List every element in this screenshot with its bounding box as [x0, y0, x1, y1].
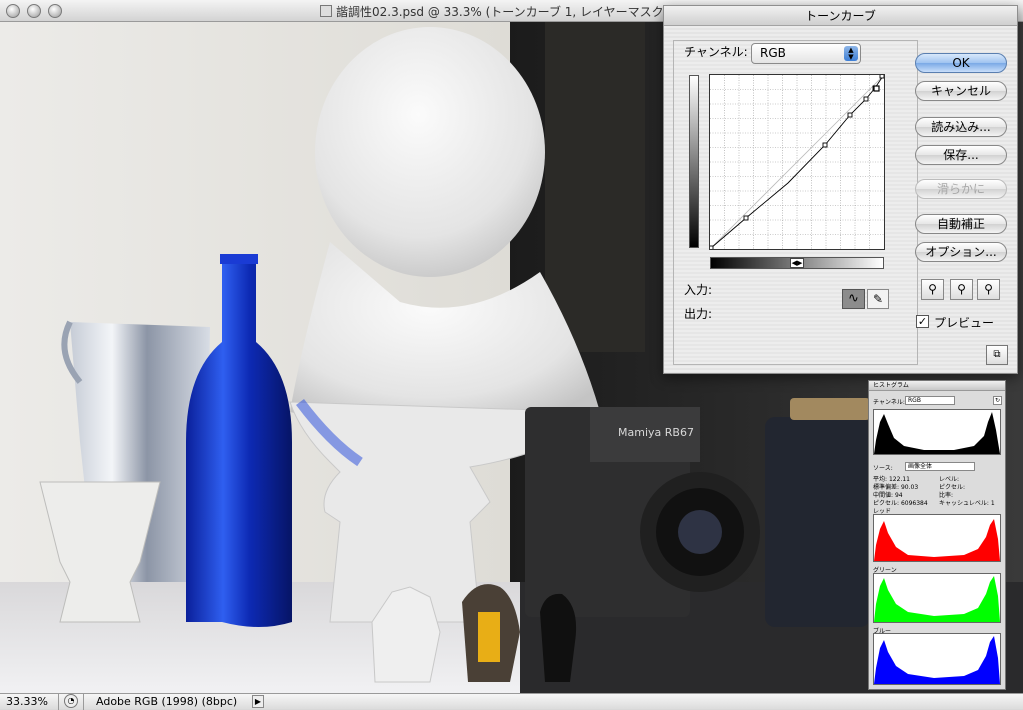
- histogram-rgb-graph: [873, 409, 1001, 455]
- histogram-blue-plot: [874, 636, 1000, 684]
- input-gradient-bar: ◀▶: [710, 257, 884, 269]
- auto-button[interactable]: 自動補正: [915, 214, 1007, 234]
- preview-checkbox[interactable]: ✓: [916, 315, 929, 328]
- histogram-source-label: ソース:: [873, 465, 893, 472]
- smooth-button[interactable]: 滑らかに: [915, 179, 1007, 199]
- select-arrows-icon: ▲ ▼: [844, 46, 858, 61]
- channel-select[interactable]: RGB ▲ ▼: [751, 43, 861, 64]
- pencil-tool-icon[interactable]: ✎: [867, 289, 889, 309]
- gradient-toggle-icon[interactable]: ◀▶: [790, 258, 804, 268]
- channel-label: チャンネル:: [684, 45, 748, 59]
- save-button[interactable]: 保存...: [915, 145, 1007, 165]
- histogram-green-plot: [874, 576, 1000, 622]
- zoom-window-button[interactable]: [48, 4, 62, 18]
- curve-graph[interactable]: [708, 73, 885, 251]
- histogram-rgb-plot: [874, 412, 1000, 454]
- curve-point[interactable]: [847, 112, 853, 118]
- curve-plot[interactable]: [708, 73, 885, 251]
- curve-point[interactable]: [708, 245, 714, 251]
- histogram-palette: ヒストグラム チャンネル: RGB ↻ ソース: 画像全体 平均: 122.11…: [868, 380, 1006, 690]
- histogram-stats-left: 平均: 122.11 標準偏差: 90.03 中間値: 94 ピクセル: 609…: [873, 476, 928, 507]
- histogram-red-plot: [874, 519, 1000, 561]
- channel-select-value: RGB: [760, 46, 786, 60]
- output-label: 出力:: [684, 307, 713, 321]
- preview-label: プレビュー: [934, 316, 995, 330]
- histogram-channel-label: チャンネル:: [873, 399, 905, 406]
- load-button[interactable]: 読み込み...: [915, 117, 1007, 137]
- histogram-stats-right: レベル: ピクセル: 比率: キャッシュレベル: 1: [939, 476, 995, 507]
- cancel-button[interactable]: キャンセル: [915, 81, 1007, 101]
- histogram-source-select[interactable]: 画像全体: [905, 462, 975, 471]
- status-bar: 33.33% ◔ Adobe RGB (1998) (8bpc) ▶: [0, 693, 1023, 710]
- status-info-icon[interactable]: ◔: [64, 694, 78, 708]
- close-window-button[interactable]: [6, 4, 20, 18]
- histogram-red-graph: [873, 514, 1001, 562]
- curve-tool-icon[interactable]: ∿: [842, 289, 865, 309]
- white-eyedropper-icon[interactable]: ⚲: [977, 279, 1000, 300]
- curve-point[interactable]: [863, 96, 869, 102]
- curves-dialog-titlebar[interactable]: トーンカーブ: [664, 6, 1017, 26]
- gray-eyedropper-icon[interactable]: ⚲: [950, 279, 973, 300]
- black-eyedropper-icon[interactable]: ⚲: [921, 279, 944, 300]
- curve-point[interactable]: [822, 142, 828, 148]
- histogram-blue-graph: [873, 633, 1001, 685]
- expand-dialog-icon[interactable]: ⧉: [986, 345, 1008, 365]
- output-gradient-bar: [689, 75, 699, 248]
- zoom-level[interactable]: 33.33%: [6, 695, 48, 708]
- curve-point[interactable]: [879, 73, 885, 79]
- curve-point-selected[interactable]: [873, 85, 880, 92]
- camera-brand-label: Mamiya RB67: [618, 426, 694, 439]
- options-button[interactable]: オプション...: [915, 242, 1007, 262]
- minimize-window-button[interactable]: [27, 4, 41, 18]
- document-title: 諧調性02.3.psd @ 33.3% (トーンカーブ 1, レイヤーマスク/8…: [320, 3, 680, 20]
- histogram-green-graph: [873, 573, 1001, 623]
- status-menu-arrow-icon[interactable]: ▶: [252, 695, 264, 708]
- histogram-channel-select[interactable]: RGB: [905, 396, 955, 405]
- histogram-title[interactable]: ヒストグラム: [869, 381, 1005, 391]
- document-file-icon: [320, 5, 332, 17]
- input-label: 入力:: [684, 283, 713, 297]
- histogram-refresh-icon[interactable]: ↻: [993, 396, 1002, 405]
- ok-button[interactable]: OK: [915, 53, 1007, 73]
- curve-point[interactable]: [743, 215, 749, 221]
- curves-dialog: トーンカーブ チャンネル: RGB ▲ ▼ ◀▶ 入力: 出力: ∿ ✎ OK …: [663, 5, 1018, 374]
- color-profile: Adobe RGB (1998) (8bpc): [96, 695, 238, 708]
